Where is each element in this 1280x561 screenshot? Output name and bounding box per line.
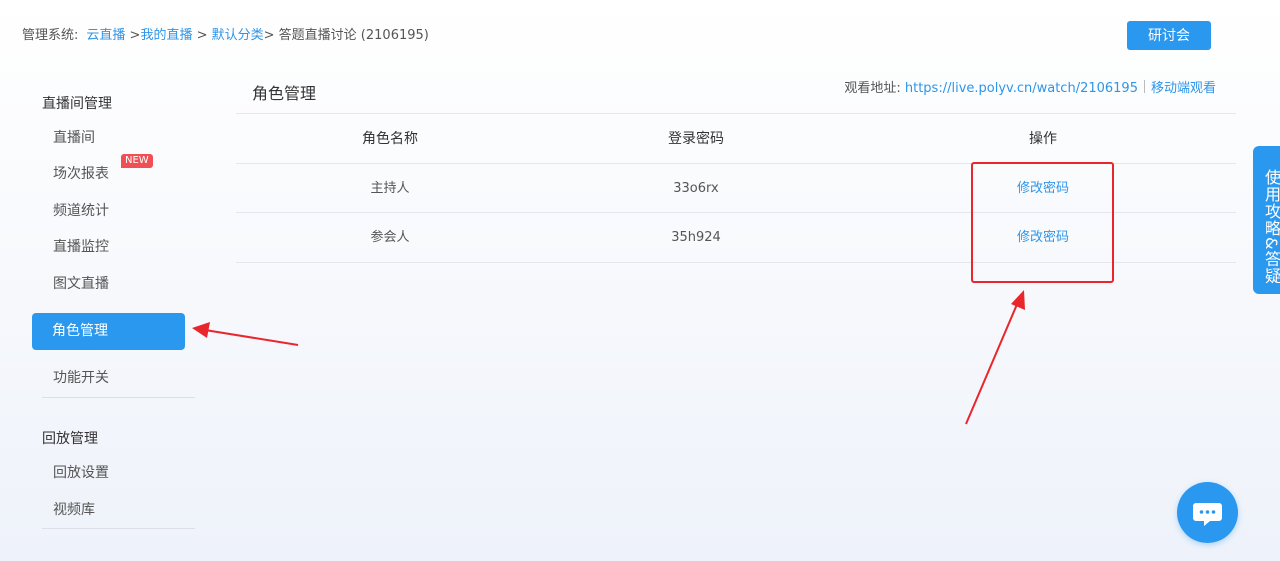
annotation-arrow-action bbox=[965, 290, 1025, 425]
sidebar-divider bbox=[42, 397, 195, 398]
breadcrumb-prefix: 管理系统: bbox=[22, 28, 79, 43]
sidebar-item-feature-switch[interactable]: 功能开关 bbox=[53, 368, 109, 388]
breadcrumb-link-default-category[interactable]: 默认分类 bbox=[212, 28, 264, 43]
watch-url-link[interactable]: https://live.polyv.cn/watch/2106195 bbox=[905, 81, 1138, 96]
help-guide-tab[interactable]: 使用攻略&答疑 bbox=[1253, 146, 1280, 294]
breadcrumb-current: 答题直播讨论 (2106195) bbox=[278, 28, 429, 43]
annotation-highlight-box bbox=[971, 162, 1114, 283]
breadcrumb: 管理系统: 云直播 >我的直播 > 默认分类> 答题直播讨论 (2106195) bbox=[22, 27, 429, 45]
password-cell: 33o6rx bbox=[673, 181, 719, 196]
column-header-action: 操作 bbox=[1029, 131, 1057, 147]
breadcrumb-link-live[interactable]: 云直播 bbox=[86, 28, 125, 43]
role-name-cell: 参会人 bbox=[370, 230, 410, 245]
sidebar-item-playback-settings[interactable]: 回放设置 bbox=[53, 463, 109, 483]
sidebar-divider bbox=[42, 528, 195, 529]
password-cell: 35h924 bbox=[671, 230, 721, 245]
breadcrumb-separator: > bbox=[192, 28, 212, 43]
watch-address-label: 观看地址: bbox=[844, 81, 901, 96]
watch-address: 观看地址: https://live.polyv.cn/watch/210619… bbox=[844, 80, 1216, 98]
chat-bubble-icon bbox=[1193, 503, 1222, 526]
seminar-button[interactable]: 研讨会 bbox=[1127, 21, 1211, 50]
sidebar-item-video-library[interactable]: 视频库 bbox=[53, 500, 95, 520]
chat-button[interactable] bbox=[1177, 482, 1238, 543]
sidebar-item-session-report[interactable]: 场次报表 bbox=[53, 164, 109, 184]
sidebar-item-live-monitor[interactable]: 直播监控 bbox=[53, 237, 109, 257]
annotation-arrow-sidebar bbox=[192, 322, 299, 346]
sidebar-item-image-text-live[interactable]: 图文直播 bbox=[53, 274, 109, 294]
sidebar-item-channel-stats[interactable]: 频道统计 bbox=[53, 201, 109, 221]
sidebar-group-playback-management: 回放管理 bbox=[42, 431, 98, 447]
breadcrumb-separator: > bbox=[263, 28, 279, 43]
header-divider bbox=[236, 113, 1236, 114]
role-name-cell: 主持人 bbox=[370, 181, 410, 196]
new-badge: NEW bbox=[121, 154, 153, 168]
watch-separator bbox=[1143, 80, 1145, 93]
sidebar-item-role-management[interactable]: 角色管理 bbox=[32, 313, 185, 350]
column-header-role-name: 角色名称 bbox=[362, 131, 418, 147]
breadcrumb-separator: > bbox=[125, 28, 141, 43]
sidebar-group-live-management: 直播间管理 bbox=[42, 96, 112, 112]
breadcrumb-link-my-live[interactable]: 我的直播 bbox=[140, 28, 192, 43]
mobile-watch-link[interactable]: 移动端观看 bbox=[1151, 81, 1216, 96]
page-title: 角色管理 bbox=[252, 84, 317, 103]
sidebar-item-live-room[interactable]: 直播间 bbox=[53, 128, 95, 148]
column-header-password: 登录密码 bbox=[668, 131, 724, 147]
